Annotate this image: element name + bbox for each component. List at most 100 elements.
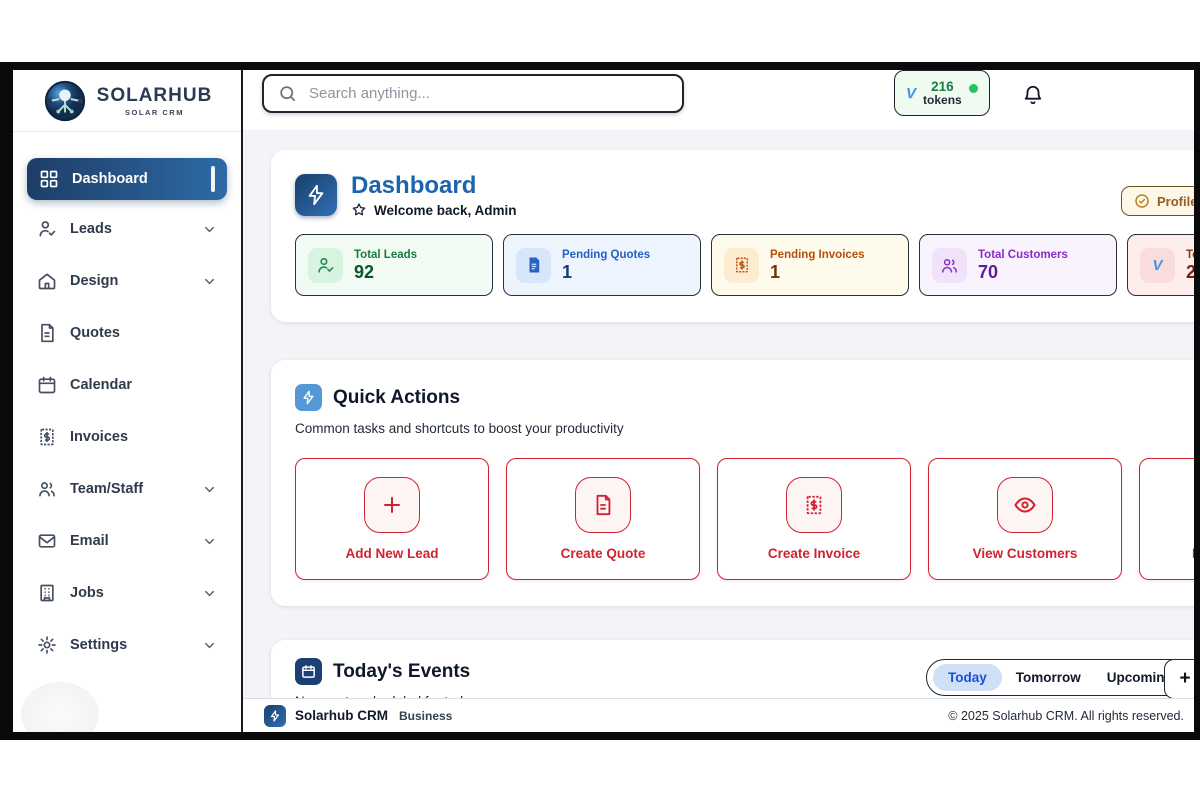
- sidebar-item-email[interactable]: Email: [27, 526, 227, 556]
- main-area: V 216 tokens Dashboard: [243, 70, 1194, 732]
- home-icon: [37, 271, 57, 291]
- status-dot: [969, 84, 978, 93]
- dashboard-header-card: Dashboard Welcome back, Admin Profile: 1: [271, 150, 1194, 322]
- sidebar-item-invoices[interactable]: Invoices: [27, 422, 227, 452]
- gear-icon: [37, 635, 57, 655]
- todays-events-card: Today's Events No events scheduled for t…: [271, 640, 1194, 698]
- stat-pending-quotes: Pending Quotes 1: [503, 234, 701, 296]
- sidebar-item-label: Leads: [70, 221, 189, 237]
- page-title: Dashboard: [351, 172, 517, 200]
- notifications-button[interactable]: [1022, 84, 1044, 109]
- building-icon: [37, 583, 57, 603]
- stat-value: 1: [770, 263, 865, 281]
- section-subtitle: Common tasks and shortcuts to boost your…: [295, 421, 1194, 436]
- sidebar-item-label: Jobs: [70, 585, 189, 601]
- users-icon: [932, 248, 967, 283]
- footer-brand-icon: [264, 705, 286, 727]
- invoice-dollar-icon: [786, 477, 842, 533]
- chevron-down-icon: [202, 222, 217, 237]
- sidebar-item-label: Settings: [70, 637, 189, 653]
- sidebar-item-settings[interactable]: Settings: [27, 630, 227, 660]
- action-label: Email: [1140, 546, 1194, 561]
- user-check-icon: [308, 248, 343, 283]
- footer-plan-badge: Business: [399, 709, 452, 723]
- stat-label: Pending Quotes: [562, 249, 650, 261]
- sidebar: SOLARHUB SOLAR CRM Dashboard Leads Desig…: [13, 70, 243, 732]
- chevron-down-icon: [202, 482, 217, 497]
- search-icon: [278, 84, 297, 103]
- calendar-icon: [301, 664, 316, 679]
- file-text-icon: [575, 477, 631, 533]
- brand-name: SOLARHUB: [97, 85, 213, 107]
- sidebar-item-label: Design: [70, 273, 189, 289]
- chevron-down-icon: [202, 274, 217, 289]
- sidebar-item-team-staff[interactable]: Team/Staff: [27, 474, 227, 504]
- events-tab-group: Today Tomorrow Upcoming: [926, 659, 1192, 696]
- stat-value: 1: [562, 263, 650, 281]
- sidebar-item-quotes[interactable]: Quotes: [27, 318, 227, 348]
- view-customers-button[interactable]: View Customers: [928, 458, 1122, 580]
- sidebar-item-label: Quotes: [70, 325, 217, 341]
- stat-label: Pending Invoices: [770, 249, 865, 261]
- lightning-icon: [301, 390, 316, 405]
- section-title: Today's Events: [333, 661, 470, 683]
- sidebar-item-dashboard[interactable]: Dashboard: [27, 158, 227, 200]
- stat-label: Tokens: [1186, 249, 1194, 261]
- create-invoice-button[interactable]: Create Invoice: [717, 458, 911, 580]
- grid-icon: [39, 169, 59, 189]
- token-count: 216: [931, 80, 954, 94]
- lightning-icon: [269, 710, 281, 722]
- invoice-dollar-icon: [724, 248, 759, 283]
- stat-value: 70: [978, 263, 1068, 281]
- invoice-dollar-icon: [37, 427, 57, 447]
- action-label: View Customers: [929, 546, 1121, 561]
- search-input[interactable]: [309, 85, 668, 102]
- sidebar-item-label: Team/Staff: [70, 481, 189, 497]
- sidebar-decoration: [21, 682, 99, 740]
- stat-label: Total Leads: [354, 249, 417, 261]
- tab-tomorrow[interactable]: Tomorrow: [1004, 664, 1093, 691]
- dashboard-icon-box: [295, 174, 337, 216]
- section-title: Quick Actions: [333, 387, 460, 409]
- stats-row: Total Leads 92 Pending Quotes 1: [295, 234, 1194, 296]
- brand-logo: SOLARHUB SOLAR CRM: [13, 70, 241, 132]
- lightning-icon: [305, 184, 327, 206]
- file-text-icon: [37, 323, 57, 343]
- profile-badge-label: Profile: 1: [1157, 194, 1194, 209]
- app-window: SOLARHUB SOLAR CRM Dashboard Leads Desig…: [0, 62, 1200, 740]
- sidebar-item-design[interactable]: Design: [27, 266, 227, 296]
- email-action-button[interactable]: Email: [1139, 458, 1194, 580]
- active-indicator: [211, 166, 215, 192]
- star-icon: [351, 202, 367, 218]
- sidebar-item-calendar[interactable]: Calendar: [27, 370, 227, 400]
- welcome-message: Welcome back, Admin: [374, 203, 517, 218]
- create-quote-button[interactable]: Create Quote: [506, 458, 700, 580]
- profile-completion-badge[interactable]: Profile: 1: [1121, 186, 1194, 216]
- add-new-lead-button[interactable]: Add New Lead: [295, 458, 489, 580]
- users-icon: [37, 479, 57, 499]
- bell-icon: [1022, 84, 1044, 106]
- stat-total-leads: Total Leads 92: [295, 234, 493, 296]
- quick-actions-row: Add New Lead Create Quote Create Invoice: [295, 458, 1194, 580]
- sidebar-item-label: Calendar: [70, 377, 217, 393]
- add-event-button[interactable]: +: [1164, 659, 1194, 698]
- stat-tokens: V Tokens 216: [1127, 234, 1194, 296]
- stat-value: 216: [1186, 263, 1194, 281]
- copyright-text: © 2025 Solarhub CRM. All rights reserved…: [948, 709, 1184, 723]
- file-text-icon: [516, 248, 551, 283]
- token-label: tokens: [923, 94, 962, 107]
- stat-pending-invoices: Pending Invoices 1: [711, 234, 909, 296]
- stat-label: Total Customers: [978, 249, 1068, 261]
- topbar: V 216 tokens: [243, 70, 1194, 130]
- chevron-down-icon: [202, 586, 217, 601]
- sidebar-menu: Dashboard Leads Design Quotes Calendar: [13, 132, 241, 660]
- token-balance-badge[interactable]: V 216 tokens: [894, 70, 990, 116]
- search-bar[interactable]: [262, 74, 684, 113]
- sidebar-item-jobs[interactable]: Jobs: [27, 578, 227, 608]
- sidebar-item-label: Email: [70, 533, 189, 549]
- dashboard-content: Dashboard Welcome back, Admin Profile: 1: [243, 130, 1194, 698]
- chevron-down-icon: [202, 638, 217, 653]
- sidebar-item-leads[interactable]: Leads: [27, 214, 227, 244]
- check-circle-icon: [1134, 193, 1150, 209]
- tab-today[interactable]: Today: [933, 664, 1002, 691]
